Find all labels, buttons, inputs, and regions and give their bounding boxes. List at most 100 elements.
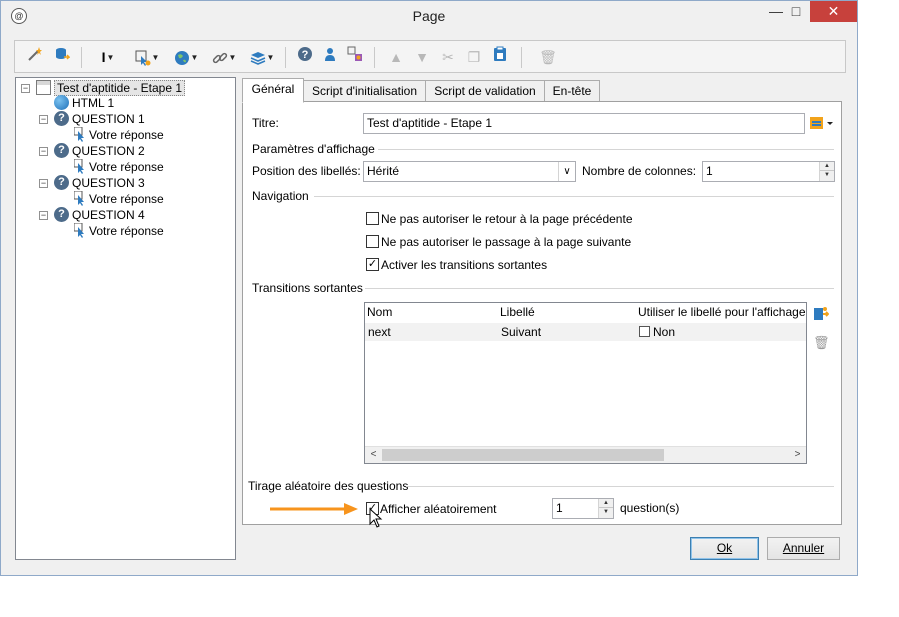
text-cursor-icon[interactable]: I▼ — [90, 46, 126, 68]
link-icon[interactable]: ▼ — [206, 46, 242, 68]
spin-down-icon[interactable]: ▼ — [599, 508, 613, 517]
group-divider — [314, 196, 834, 197]
spin-down-icon[interactable]: ▼ — [820, 171, 834, 180]
tree-item-answer[interactable]: Votre réponse — [74, 159, 164, 175]
use-label-checkbox[interactable] — [639, 326, 650, 338]
tree-item-root[interactable]: Test d'aptitide - Etape 1 — [36, 80, 186, 96]
title-bar: @ Page — □ ✕ — [1, 1, 857, 32]
cursor-icon — [74, 159, 84, 175]
question-icon: ? — [54, 207, 69, 223]
chevron-down-icon[interactable]: ∨ — [558, 162, 575, 181]
close-button[interactable]: ✕ — [810, 1, 857, 22]
cell-label: Suivant — [501, 325, 542, 339]
scroll-thumb[interactable] — [382, 449, 664, 461]
paste-icon[interactable] — [489, 46, 511, 68]
wand-icon[interactable] — [24, 46, 46, 68]
toolbar-separator — [81, 47, 82, 68]
no-back-checkbox[interactable] — [366, 212, 379, 225]
tree-item-question[interactable]: ? QUESTION 1 — [54, 111, 145, 127]
cell-use-label[interactable]: Non — [639, 325, 675, 339]
delete-icon[interactable]: 🗑 — [537, 46, 559, 68]
tab-init-script[interactable]: Script d'initialisation — [303, 80, 426, 102]
group-divider — [365, 288, 834, 289]
transitions-checkbox[interactable]: ✓ — [366, 258, 379, 271]
tree-item-html[interactable]: HTML 1 — [54, 95, 114, 111]
expression-menu-icon[interactable] — [808, 115, 836, 131]
cell-name: next — [368, 325, 391, 339]
person-icon[interactable] — [319, 46, 341, 68]
tab-general[interactable]: Général — [242, 78, 304, 103]
column-header[interactable]: Nom — [367, 305, 392, 319]
horizontal-scrollbar[interactable]: < > — [365, 446, 806, 463]
spinner[interactable]: ▲ ▼ — [598, 499, 613, 518]
random-count-value: 1 — [556, 501, 563, 515]
label-position-label: Position des libellés: — [252, 164, 361, 178]
collapse-toggle[interactable]: − — [39, 147, 48, 156]
arrow-down-icon[interactable]: ▼ — [411, 46, 433, 68]
tree-item-question[interactable]: ? QUESTION 3 — [54, 175, 145, 191]
help-icon[interactable]: ? — [294, 46, 316, 68]
layers-icon[interactable]: ▼ — [244, 46, 280, 68]
cancel-button-label: Annuler — [782, 541, 825, 555]
column-header[interactable]: Utiliser le libellé pour l'affichage — [638, 305, 806, 319]
page-icon — [36, 80, 51, 96]
globe-icon[interactable]: ▼ — [168, 46, 204, 68]
tree-item-label: QUESTION 1 — [72, 112, 145, 126]
tree-item-label: QUESTION 4 — [72, 208, 145, 222]
random-questions-heading: Tirage aléatoire des questions — [248, 479, 409, 493]
scroll-left-icon[interactable]: < — [365, 447, 382, 463]
tree-item-label: QUESTION 3 — [72, 176, 145, 190]
cube-icon[interactable] — [344, 46, 366, 68]
cut-icon[interactable]: ✂ — [437, 46, 459, 68]
cancel-button[interactable]: Annuler — [767, 537, 840, 560]
random-count-suffix: question(s) — [620, 501, 680, 515]
annotation-arrow-icon — [270, 503, 358, 515]
tab-header[interactable]: En-tête — [544, 80, 600, 102]
no-next-checkbox[interactable] — [366, 235, 379, 248]
title-label: Titre: — [252, 116, 279, 130]
spinner[interactable]: ▲ ▼ — [819, 162, 834, 181]
tree-item-question[interactable]: ? QUESTION 2 — [54, 143, 145, 159]
transitions-label: Activer les transitions sortantes — [381, 258, 548, 272]
tree-item-answer[interactable]: Votre réponse — [74, 127, 164, 143]
collapse-toggle[interactable]: − — [39, 179, 48, 188]
tree-item-label: Votre réponse — [89, 192, 164, 206]
tree-item-answer[interactable]: Votre réponse — [74, 223, 164, 239]
scroll-right-icon[interactable]: > — [789, 447, 806, 463]
grid-header: Nom Libellé Utiliser le libellé pour l'a… — [365, 303, 806, 323]
globe-icon — [54, 95, 69, 111]
tree-item-label: Votre réponse — [89, 160, 164, 174]
window-title: Page — [412, 8, 446, 24]
question-icon: ? — [54, 111, 69, 127]
collapse-toggle[interactable]: − — [21, 84, 30, 93]
tree-item-answer[interactable]: Votre réponse — [74, 191, 164, 207]
add-transition-icon[interactable] — [813, 306, 830, 322]
title-input[interactable]: Test d'aptitide - Etape 1 — [363, 113, 805, 134]
copy-icon[interactable]: ❐ — [463, 46, 485, 68]
cursor-gear-icon[interactable]: ▼ — [128, 46, 166, 68]
maximize-button[interactable]: □ — [781, 1, 811, 23]
random-count-stepper[interactable]: 1 ▲ ▼ — [552, 498, 614, 519]
spin-up-icon[interactable]: ▲ — [820, 162, 834, 171]
column-header[interactable]: Libellé — [500, 305, 535, 319]
label-position-select[interactable]: Hérité ∨ — [363, 161, 576, 182]
navigation-heading: Navigation — [252, 189, 309, 203]
collapse-toggle[interactable]: − — [39, 115, 48, 124]
spin-up-icon[interactable]: ▲ — [599, 499, 613, 508]
database-icon[interactable] — [51, 46, 73, 68]
tab-validation-script[interactable]: Script de validation — [425, 80, 545, 102]
arrow-up-icon[interactable]: ▲ — [385, 46, 407, 68]
outgoing-transitions-heading: Transitions sortantes — [252, 281, 363, 295]
table-row[interactable]: next Suivant Non — [365, 323, 806, 341]
tree-item-question[interactable]: ? QUESTION 4 — [54, 207, 145, 223]
cursor-icon — [74, 191, 84, 207]
delete-icon[interactable]: 🗑 — [813, 335, 830, 351]
ok-button-label: Ok — [716, 541, 733, 555]
collapse-toggle[interactable]: − — [39, 211, 48, 220]
tree-item-label: Votre réponse — [89, 128, 164, 142]
cursor-icon — [74, 223, 84, 239]
page-tree: − Test d'aptitide - Etape 1 HTML 1 − ? QU… — [15, 77, 236, 560]
random-display-label: Afficher aléatoirement — [380, 502, 497, 516]
ok-button[interactable]: Ok — [690, 537, 759, 560]
columns-stepper[interactable]: 1 ▲ ▼ — [702, 161, 835, 182]
